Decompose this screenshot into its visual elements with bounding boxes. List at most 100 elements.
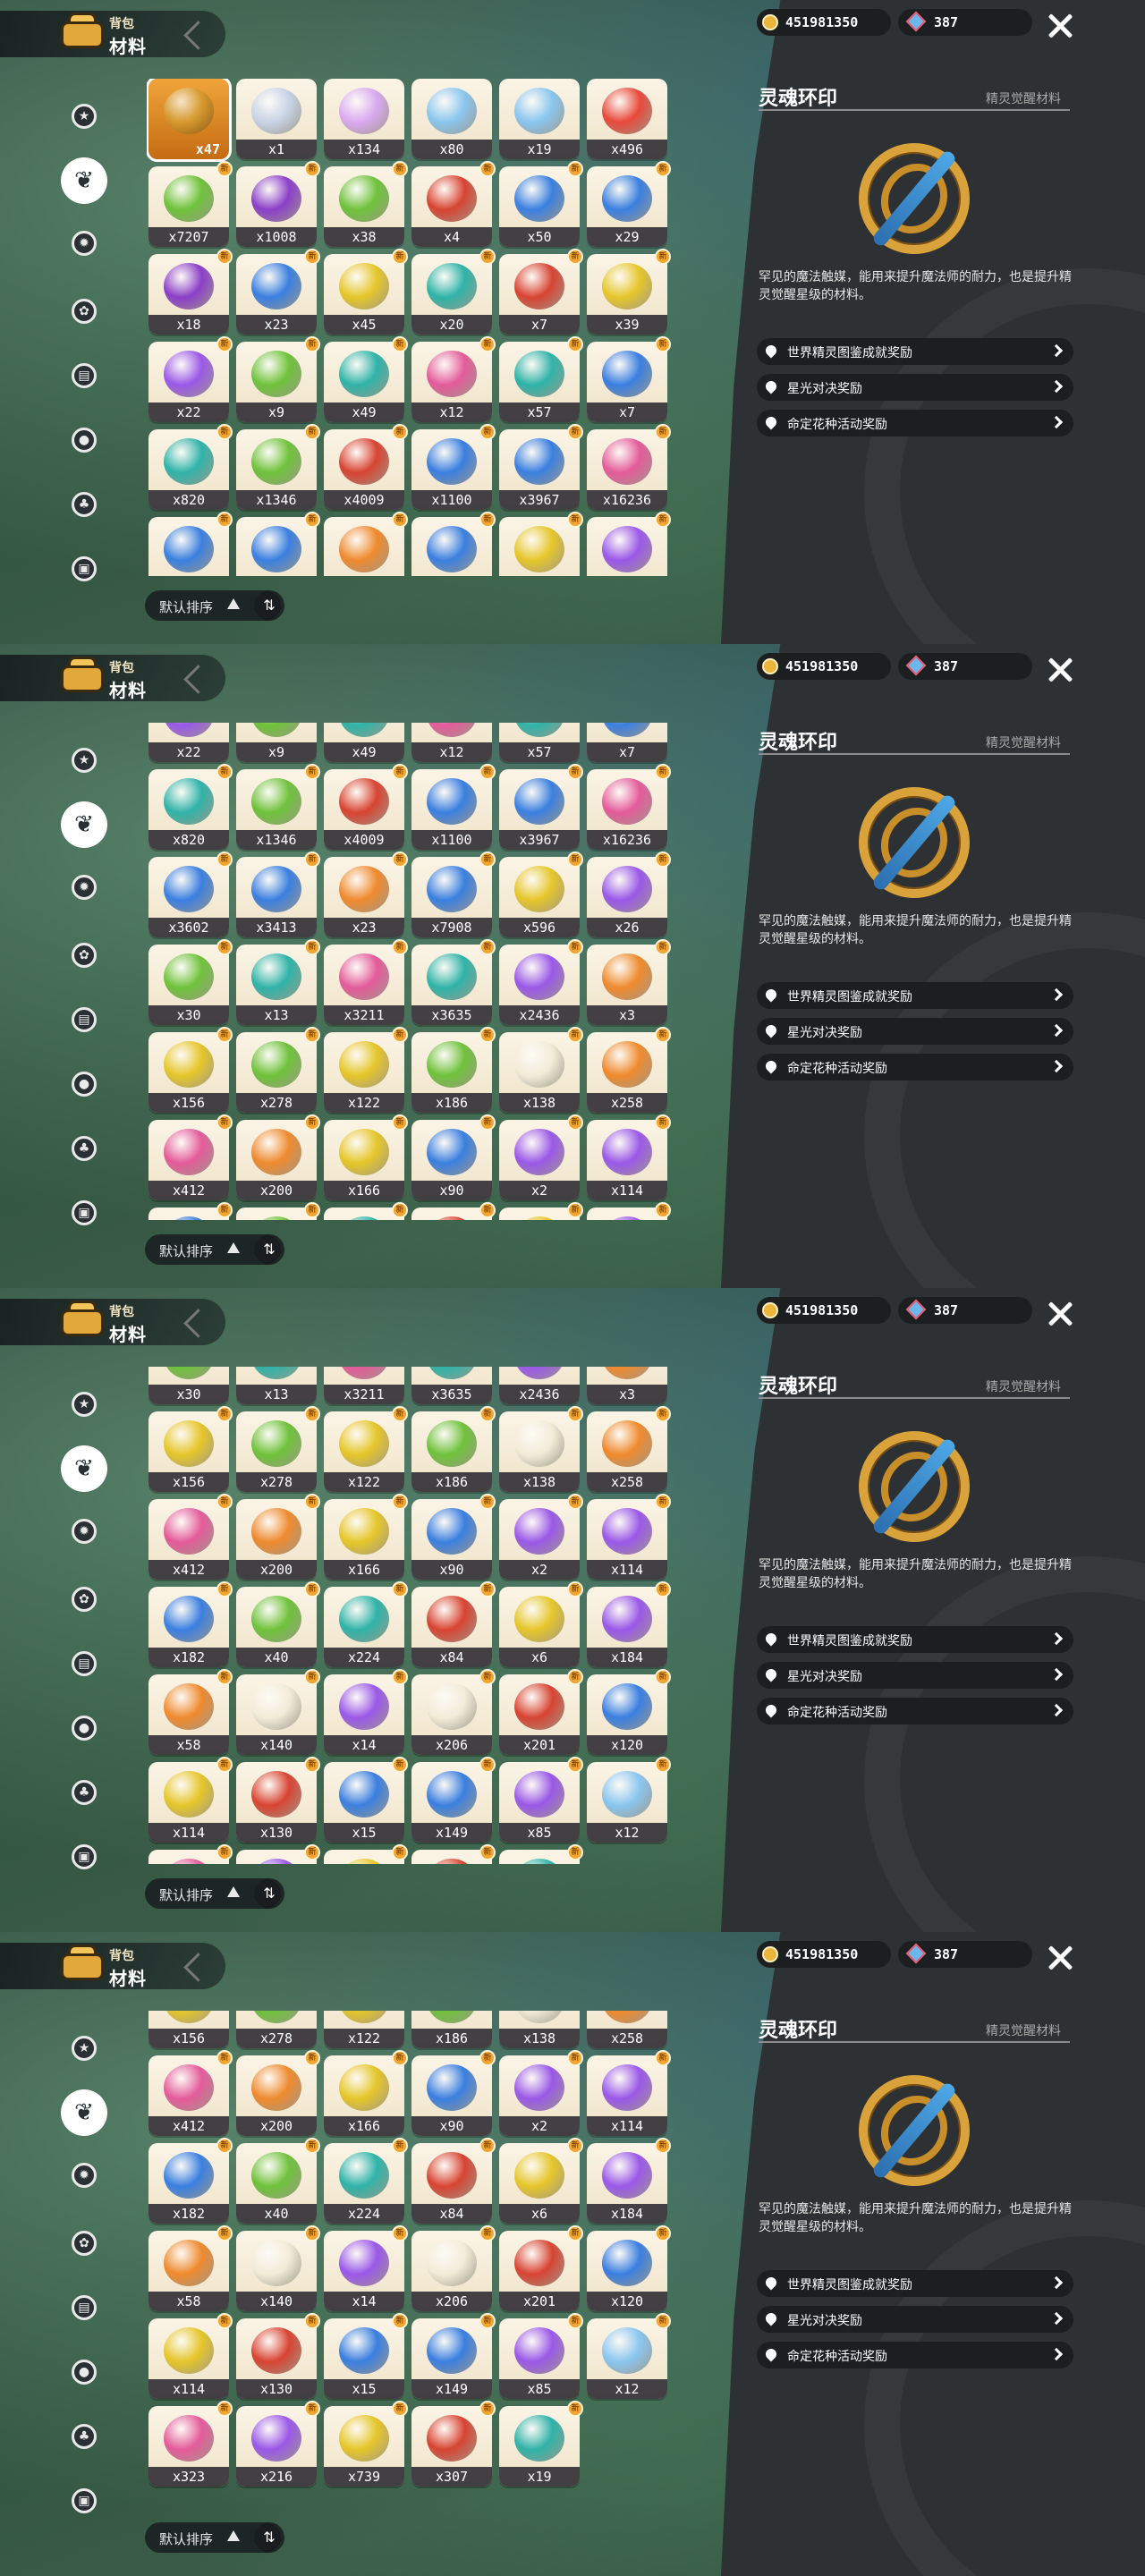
item-slot[interactable]: x80: [411, 79, 492, 159]
item-slot[interactable]: 新x184: [587, 1202, 671, 1220]
item-slot[interactable]: 新 x19: [499, 2401, 583, 2487]
item-slot[interactable]: 新 x1346: [236, 764, 320, 850]
item-slot[interactable]: 新 x3635: [411, 939, 496, 1025]
item-slot[interactable]: 新x22: [148, 336, 233, 422]
item-slot[interactable]: 新x2436: [499, 1367, 580, 1404]
item-slot[interactable]: 新x278: [236, 2011, 317, 2048]
item-slot[interactable]: 新x307: [411, 2401, 496, 2487]
sort-toggle-icon[interactable]: ⇅: [254, 1234, 284, 1265]
item-slot[interactable]: 新 x1008: [236, 161, 320, 247]
item-slot[interactable]: 新x26: [587, 512, 671, 576]
sparkle-icon[interactable]: ✹: [57, 216, 111, 270]
item-slot[interactable]: 新 x323: [148, 2401, 233, 2487]
back-chevron-icon[interactable]: [175, 1308, 211, 1340]
item-slot[interactable]: 新 x206: [411, 1669, 496, 1755]
star-badge-icon[interactable]: ★: [57, 1377, 111, 1431]
item-slot[interactable]: 新x138: [499, 2011, 580, 2048]
item-slot[interactable]: 新 x84: [411, 2138, 496, 2224]
item-slot[interactable]: 新x307: [411, 1844, 496, 1864]
item-slot[interactable]: 新x186: [411, 2011, 492, 2048]
item-slot[interactable]: 新 x58: [148, 1669, 233, 1755]
item-slot[interactable]: 新 x412: [148, 1494, 233, 1580]
item-slot[interactable]: 新x57: [499, 723, 580, 762]
item-slot[interactable]: 新 x1100: [411, 764, 496, 850]
source-link[interactable]: 命定花种活动奖励: [757, 1054, 1073, 1080]
item-slot[interactable]: 新 x20: [411, 249, 496, 335]
close-icon[interactable]: [1047, 13, 1073, 39]
item-slot[interactable]: 新x156: [148, 2011, 229, 2048]
item-slot[interactable]: 新x22: [148, 723, 229, 762]
item-slot[interactable]: 新x258: [587, 1406, 671, 1492]
item-slot[interactable]: 新x7: [587, 723, 667, 762]
sparkle-icon[interactable]: ✹: [57, 1504, 111, 1558]
item-slot[interactable]: 新 x820: [148, 764, 233, 850]
item-slot[interactable]: 新x3602: [148, 512, 233, 576]
source-link[interactable]: 星光对决奖励: [757, 2306, 1073, 2333]
item-slot[interactable]: 新x138: [499, 1406, 583, 1492]
item-slot[interactable]: 新 x820: [148, 424, 233, 510]
item-slot[interactable]: 新 x140: [236, 2225, 320, 2311]
item-slot[interactable]: 新x224: [324, 1202, 408, 1220]
item-slot[interactable]: 新 x45: [324, 249, 408, 335]
item-slot[interactable]: 新 x130: [236, 1757, 320, 1843]
source-link[interactable]: 命定花种活动奖励: [757, 2342, 1073, 2368]
item-slot[interactable]: 新 x4009: [324, 764, 408, 850]
scroll-icon[interactable]: ▤: [57, 993, 111, 1046]
item-slot[interactable]: 新 x13: [236, 939, 320, 1025]
item-slot[interactable]: 新x156: [148, 1406, 233, 1492]
item-slot[interactable]: 新 x2: [499, 1114, 583, 1200]
item-slot[interactable]: 新 x739: [324, 2401, 408, 2487]
item-slot[interactable]: x1: [236, 79, 317, 159]
item-slot[interactable]: 新 x114: [587, 2050, 671, 2136]
item-slot[interactable]: 新 x49: [324, 336, 408, 422]
leaf-icon[interactable]: ❦: [57, 1442, 111, 1496]
item-slot[interactable]: 新 x3967: [499, 764, 583, 850]
leaf-icon[interactable]: ❦: [57, 798, 111, 852]
item-slot[interactable]: 新x224: [324, 2138, 408, 2224]
item-slot[interactable]: 新x12: [411, 336, 496, 422]
item-slot[interactable]: 新 x6: [499, 2138, 583, 2224]
item-slot[interactable]: 新x184: [587, 2138, 671, 2224]
item-slot[interactable]: 新x224: [324, 1581, 408, 1667]
item-slot[interactable]: 新x12: [411, 723, 492, 762]
item-slot[interactable]: 新 x85: [499, 1757, 583, 1843]
item-slot[interactable]: 新 x182: [148, 2138, 233, 2224]
item-slot[interactable]: 新x12: [587, 2313, 671, 2399]
item-slot[interactable]: 新x7: [587, 336, 671, 422]
ball-icon[interactable]: ●: [57, 413, 111, 467]
item-slot[interactable]: 新x3602: [148, 852, 233, 937]
item-slot[interactable]: 新 x120: [587, 1669, 671, 1755]
sort-toggle-icon[interactable]: ⇅: [254, 590, 284, 621]
sprout-icon[interactable]: ✿: [57, 284, 111, 338]
item-slot[interactable]: 新 x3: [587, 939, 671, 1025]
source-link[interactable]: 星光对决奖励: [757, 1662, 1073, 1689]
item-slot[interactable]: 新 x149: [411, 1757, 496, 1843]
item-slot[interactable]: 新x278: [236, 1406, 320, 1492]
item-slot[interactable]: 新 x1346: [236, 424, 320, 510]
item-slot[interactable]: 新 x50: [499, 161, 583, 247]
star-badge-icon[interactable]: ★: [57, 733, 111, 787]
item-slot[interactable]: 新 x200: [236, 1494, 320, 1580]
item-slot[interactable]: 新 x14: [324, 1669, 408, 1755]
item-slot[interactable]: 新 x122: [324, 1406, 408, 1492]
item-slot[interactable]: 新x216: [236, 1844, 320, 1864]
item-slot[interactable]: 新 x18: [148, 249, 233, 335]
item-slot[interactable]: 新x258: [587, 2011, 667, 2048]
item-slot[interactable]: 新x30: [148, 1367, 229, 1404]
item-slot[interactable]: 新 x40: [236, 1581, 320, 1667]
item-slot[interactable]: 新x7: [499, 249, 583, 335]
item-slot[interactable]: 新 x39: [587, 249, 671, 335]
item-slot[interactable]: 新 x114: [587, 1114, 671, 1200]
close-icon[interactable]: [1047, 657, 1073, 683]
source-link[interactable]: 命定花种活动奖励: [757, 1698, 1073, 1724]
chest-icon[interactable]: ▣: [57, 1830, 111, 1884]
item-slot[interactable]: 新 x3967: [499, 424, 583, 510]
item-slot[interactable]: x134: [324, 79, 404, 159]
item-slot[interactable]: 新 x15: [324, 2313, 408, 2399]
sparkle-icon[interactable]: ✹: [57, 860, 111, 914]
item-slot[interactable]: 新 x6: [499, 1581, 583, 1667]
item-slot[interactable]: 新 x3413: [236, 852, 320, 937]
source-link[interactable]: 世界精灵图鉴成就奖励: [757, 1626, 1073, 1653]
acorn-icon[interactable]: ♣: [57, 1766, 111, 1819]
item-slot[interactable]: 新 x23: [324, 852, 408, 937]
